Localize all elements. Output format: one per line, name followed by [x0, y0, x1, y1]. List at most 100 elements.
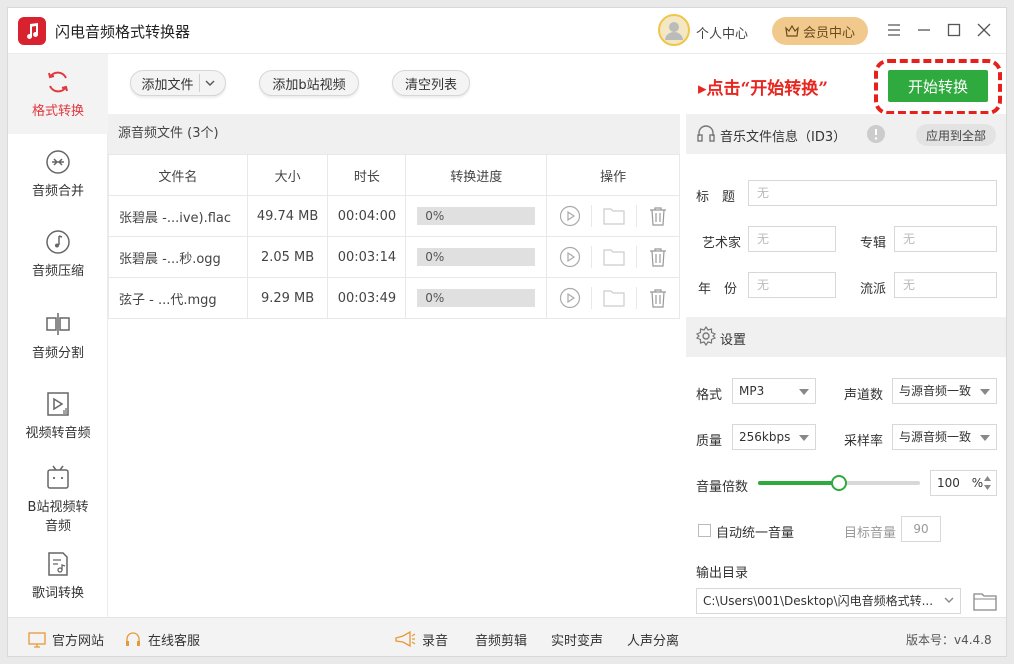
audio-edit-link[interactable]: 音频剪辑	[475, 630, 527, 649]
folder-icon[interactable]	[603, 289, 625, 307]
trash-icon[interactable]	[648, 206, 668, 226]
column-header: 文件名	[108, 154, 248, 196]
chevron-down-icon	[980, 389, 990, 395]
table-row[interactable]: 张碧晨 -...ive).flac 49.74 MB 00:04:00 0%	[108, 195, 680, 237]
file-size: 49.74 MB	[246, 195, 329, 237]
genre-field[interactable]: 无	[894, 272, 997, 298]
column-header: 转换进度	[405, 154, 548, 196]
volume-input[interactable]: 100 %	[930, 470, 997, 496]
sidebar-item-lyrics-convert[interactable]: 歌词转换	[8, 550, 108, 601]
gear-icon	[696, 326, 716, 346]
sample-rate-value: 与源音频一致	[899, 430, 972, 444]
crown-icon	[785, 25, 799, 37]
sidebar-item-label: 音频压缩	[31, 264, 84, 279]
status-bar: 官方网站 在线客服 录音 音频剪辑 实时变声 人声分离 版本号：v4.4.8	[8, 617, 1006, 656]
voice-change-link[interactable]: 实时变声	[551, 630, 603, 649]
column-header: 大小	[246, 154, 329, 196]
sidebar-item-format-convert[interactable]: 格式转换	[8, 54, 108, 134]
trash-icon[interactable]	[648, 288, 668, 308]
folder-icon[interactable]	[603, 248, 625, 266]
user-avatar-icon[interactable]	[658, 14, 690, 46]
online-support-link[interactable]: 在线客服	[124, 630, 200, 649]
record-label: 录音	[422, 634, 449, 649]
sidebar-item-label: 音频分割	[31, 346, 84, 361]
channel-value: 与源音频一致	[899, 384, 972, 398]
app-window: 闪电音频格式转换器 个人中心 会员中心 格式转换 音频合并 音频压缩 音频分割 …	[7, 7, 1007, 657]
volume-unit: %	[971, 476, 984, 490]
close-icon[interactable]	[974, 20, 994, 40]
vocal-split-link[interactable]: 人声分离	[627, 630, 679, 649]
sidebar-item-audio-compress[interactable]: 音频压缩	[8, 228, 108, 279]
title-field[interactable]: 无	[748, 180, 997, 206]
chevron-down-icon	[944, 597, 954, 604]
official-website-link[interactable]: 官方网站	[28, 630, 104, 649]
user-center-link[interactable]: 个人中心	[696, 23, 748, 42]
sidebar-item-bilibili-to-audio[interactable]: B站视频转 音频	[8, 464, 108, 534]
title-field-label: 标 题	[696, 190, 736, 205]
official-website-label: 官方网站	[52, 634, 105, 649]
record-link[interactable]: 录音	[394, 630, 448, 649]
year-field-label: 年 份	[698, 282, 738, 297]
settings-title: 设置	[720, 333, 747, 348]
chevron-down-icon	[980, 435, 990, 441]
format-select[interactable]: MP3	[732, 378, 816, 404]
album-field[interactable]: 无	[894, 226, 997, 252]
vip-center-button[interactable]: 会员中心	[772, 17, 868, 45]
online-support-label: 在线客服	[148, 634, 201, 649]
target-volume-input[interactable]: 90	[901, 516, 941, 542]
artist-field[interactable]: 无	[748, 226, 836, 252]
volume-slider-fill	[758, 481, 839, 485]
add-bilibili-video-button[interactable]: 添加b站视频	[259, 70, 359, 96]
sample-rate-select[interactable]: 与源音频一致	[892, 424, 997, 450]
table-row[interactable]: 张碧晨 -...秒.ogg 2.05 MB 00:03:14 0%	[108, 236, 680, 278]
channel-select[interactable]: 与源音频一致	[892, 378, 997, 404]
start-convert-button[interactable]: 开始转换	[888, 70, 988, 102]
quality-select[interactable]: 256kbps	[732, 424, 816, 450]
file-list-header: 源音频文件 (3个)	[108, 114, 680, 154]
music-info-title: 音乐文件信息（ID3）	[720, 130, 847, 145]
sidebar-item-label: B站视频转	[27, 500, 89, 515]
chevron-down-icon[interactable]	[205, 80, 215, 87]
split-icon	[44, 310, 72, 338]
play-icon[interactable]	[559, 287, 581, 309]
year-field[interactable]: 无	[748, 272, 836, 298]
start-hint-annotation: ▸点击“开始转换”	[698, 79, 829, 99]
browse-folder-icon[interactable]	[973, 591, 997, 611]
menu-icon[interactable]	[884, 20, 904, 40]
stepper-icon[interactable]	[983, 474, 992, 492]
refresh-cycle-icon	[44, 68, 72, 96]
minimize-icon[interactable]	[914, 20, 934, 40]
sidebar-item-audio-merge[interactable]: 音频合并	[8, 148, 108, 199]
clear-list-button[interactable]: 清空列表	[392, 70, 470, 96]
auto-volume-checkbox[interactable]	[698, 524, 711, 537]
sidebar-item-audio-split[interactable]: 音频分割	[8, 310, 108, 361]
play-icon[interactable]	[559, 246, 581, 268]
maximize-icon[interactable]	[944, 20, 964, 40]
sidebar-item-label: 格式转换	[31, 104, 84, 119]
sidebar-item-video-to-audio[interactable]: 视频转音频	[8, 390, 108, 441]
progress-bar: 0%	[417, 248, 536, 266]
file-name: 张碧晨 -...ive).flac	[108, 195, 248, 237]
apply-to-all-button[interactable]: 应用到全部	[916, 124, 996, 146]
trash-icon[interactable]	[648, 247, 668, 267]
video-audio-icon	[44, 390, 72, 418]
table-header-row: 文件名 大小 时长 转换进度 操作	[108, 154, 680, 196]
format-label: 格式	[696, 388, 723, 403]
sidebar-item-label: 歌词转换	[31, 586, 84, 601]
add-file-button[interactable]: 添加文件	[130, 70, 226, 96]
add-file-label: 添加文件	[141, 77, 194, 93]
play-icon[interactable]	[559, 205, 581, 227]
table-row[interactable]: 弦子 - ...代.mgg 9.29 MB 00:03:49 0%	[108, 277, 680, 319]
sidebar-item-label: 视频转音频	[25, 426, 91, 441]
music-note-icon	[44, 228, 72, 256]
quality-label: 质量	[696, 434, 723, 449]
output-dir-select[interactable]: C:\Users\001\Desktop\闪电音频格式转...	[696, 588, 961, 614]
info-warning-icon[interactable]	[866, 124, 886, 144]
volume-slider-thumb[interactable]	[831, 475, 847, 491]
toolbar: 添加文件 添加b站视频 清空列表	[108, 54, 680, 114]
file-size: 2.05 MB	[246, 236, 329, 278]
folder-icon[interactable]	[603, 207, 625, 225]
file-duration: 00:03:49	[327, 277, 407, 319]
app-logo-icon	[18, 17, 46, 45]
volume-slider[interactable]	[758, 475, 920, 491]
